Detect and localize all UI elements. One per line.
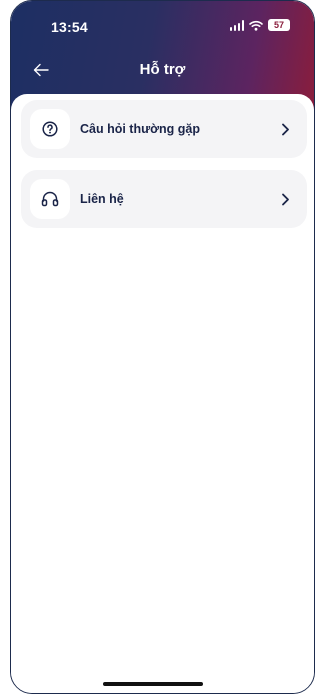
contact-icon-container [30, 179, 70, 219]
signal-icon [229, 19, 244, 31]
battery-icon: 57 [268, 19, 290, 31]
contact-menu-item[interactable]: Liên hệ [21, 170, 307, 228]
faq-menu-item[interactable]: Câu hỏi thường gặp [21, 100, 307, 158]
nav-bar: Hỗ trợ [11, 53, 314, 87]
page-title: Hỗ trợ [139, 61, 186, 78]
status-time: 13:54 [51, 19, 88, 35]
phone-screen: 13:54 57 Hỗ trợ Câu hỏi thường gặp Liên … [10, 0, 315, 694]
faq-icon-container [30, 109, 70, 149]
headset-icon [41, 191, 59, 207]
main-content: Câu hỏi thường gặp Liên hệ [11, 94, 314, 693]
home-indicator[interactable] [103, 682, 203, 686]
status-bar: 13:54 57 [11, 1, 314, 45]
contact-label: Liên hệ [80, 192, 124, 206]
faq-label: Câu hỏi thường gặp [80, 122, 201, 136]
chevron-right-icon [275, 119, 295, 139]
chevron-right-icon [275, 189, 295, 209]
question-circle-icon [42, 121, 58, 137]
status-icons: 57 [229, 19, 290, 31]
wifi-icon [249, 20, 263, 31]
